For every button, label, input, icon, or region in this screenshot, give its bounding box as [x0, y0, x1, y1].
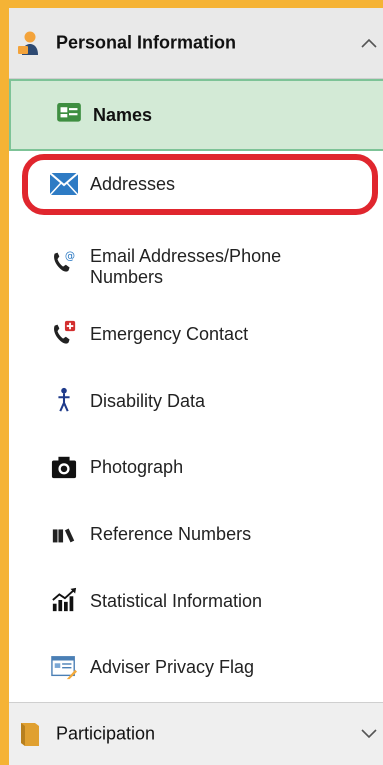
- nav-item-photograph[interactable]: Photograph: [9, 441, 383, 493]
- person-info-icon: [18, 31, 38, 55]
- nav-item-reference-numbers[interactable]: Reference Numbers: [9, 508, 383, 560]
- section-label: Participation: [56, 723, 156, 744]
- chevron-up-icon[interactable]: [361, 38, 377, 48]
- nav-item-label: Names: [93, 105, 153, 125]
- nav-item-label: Reference Numbers: [90, 524, 252, 544]
- book-icon: [21, 723, 39, 746]
- id-card-icon: [57, 103, 81, 122]
- chart-icon: [52, 587, 77, 612]
- nav-item-label: Disability Data: [90, 391, 206, 411]
- phone-emergency-icon: [54, 320, 76, 344]
- nav-item-emergency-contact[interactable]: Emergency Contact: [9, 308, 383, 360]
- nav-item-email-phone[interactable]: @ Email Addresses/Phone Numbers: [9, 228, 383, 290]
- nav-item-statistical-information[interactable]: Statistical Information: [9, 575, 383, 627]
- nav-item-disability-data[interactable]: Disability Data: [9, 375, 383, 427]
- camera-icon: [51, 456, 77, 479]
- books-icon: [52, 528, 75, 543]
- form-icon: [51, 656, 77, 680]
- svg-text:@: @: [65, 251, 75, 262]
- nav-item-adviser-privacy-flag[interactable]: Adviser Privacy Flag: [9, 641, 383, 693]
- envelope-icon: [50, 173, 78, 195]
- nav-item-label: Adviser Privacy Flag: [90, 657, 255, 677]
- section-header-participation[interactable]: Participation: [9, 702, 383, 765]
- nav-item-label: Statistical Information: [90, 591, 263, 611]
- section-header-personal-information[interactable]: Personal Information: [9, 8, 383, 79]
- phone-email-icon: @: [54, 251, 75, 272]
- navigation-panel: Personal Information Names Addresses @ E…: [9, 8, 383, 765]
- person-figure-icon: [58, 387, 70, 412]
- nav-item-label: Photograph: [90, 457, 184, 477]
- nav-item-label: Addresses: [90, 174, 176, 194]
- chevron-down-icon[interactable]: [361, 729, 377, 739]
- section-label: Personal Information: [56, 32, 237, 53]
- nav-item-label: Email Addresses/Phone Numbers: [90, 246, 282, 287]
- nav-item-label: Emergency Contact: [90, 324, 249, 344]
- nav-item-names[interactable]: Names: [9, 79, 383, 151]
- nav-item-addresses[interactable]: Addresses: [9, 158, 383, 210]
